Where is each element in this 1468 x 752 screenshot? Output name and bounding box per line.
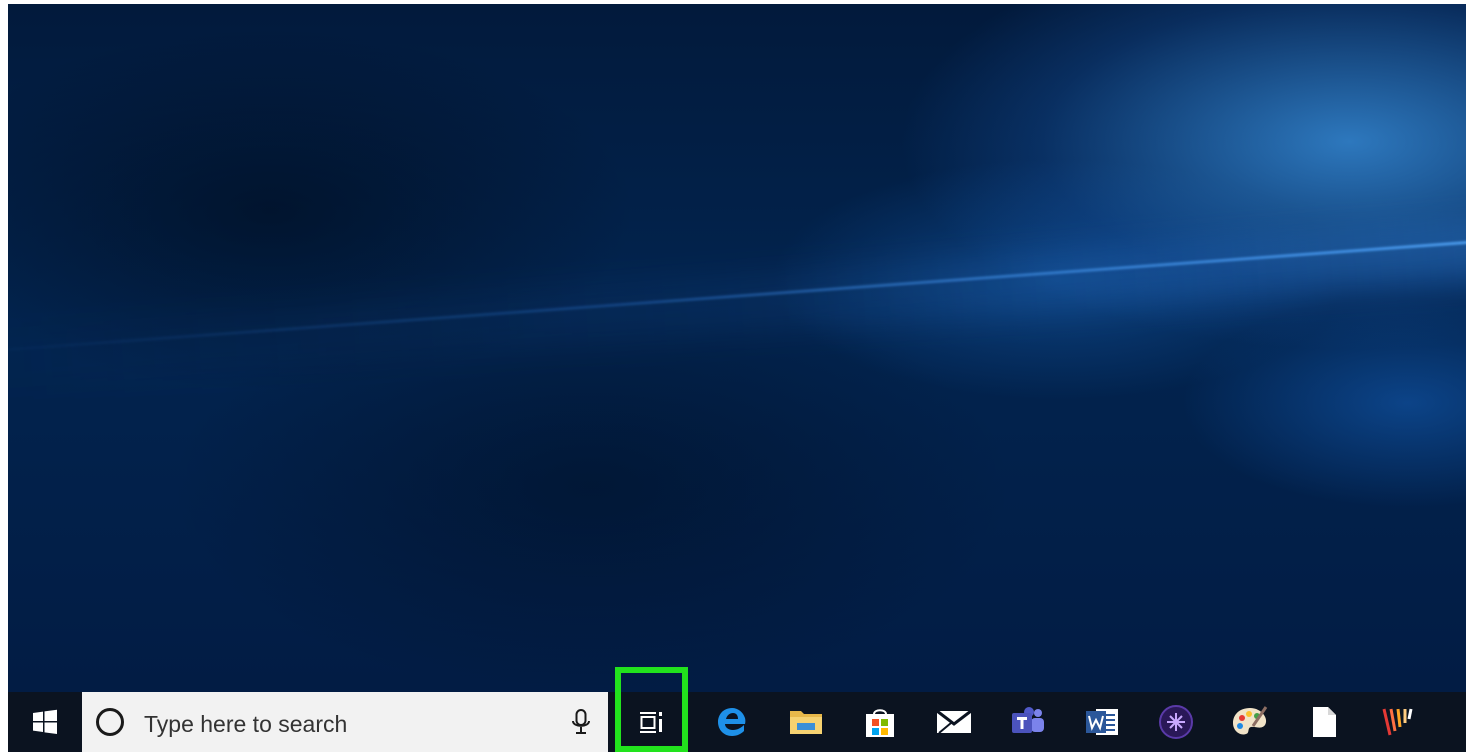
- store-icon: [866, 709, 894, 737]
- microsoft-store-taskbar-button[interactable]: [856, 692, 904, 752]
- purple-app-icon: [1159, 705, 1193, 739]
- windows-logo-icon: [33, 709, 57, 734]
- word-taskbar-button[interactable]: [1078, 692, 1126, 752]
- mail-icon: [936, 709, 972, 734]
- mail-taskbar-button[interactable]: [930, 692, 978, 752]
- striped-app-icon: [1382, 708, 1413, 736]
- microphone-icon[interactable]: [570, 708, 592, 736]
- file-explorer-taskbar-button[interactable]: [782, 692, 830, 752]
- start-button[interactable]: [22, 692, 68, 752]
- paint-taskbar-button[interactable]: [1226, 692, 1274, 752]
- taskbar: Type here to search: [8, 667, 1466, 752]
- blank-document-icon: [1313, 707, 1336, 737]
- teams-taskbar-button[interactable]: [1004, 692, 1052, 752]
- edge-icon: [718, 708, 746, 736]
- task-view-icon: [639, 711, 662, 733]
- striped-app-taskbar-button[interactable]: [1374, 692, 1422, 752]
- edge-taskbar-button[interactable]: [708, 692, 756, 752]
- screenshot-frame: Type here to search: [0, 0, 1468, 752]
- purple-app-taskbar-button[interactable]: [1152, 692, 1200, 752]
- word-icon: [1086, 709, 1118, 735]
- teams-icon: [1012, 707, 1044, 733]
- paint-palette-icon: [1233, 706, 1268, 735]
- folder-icon: [790, 711, 822, 734]
- cortana-icon: [96, 708, 124, 736]
- task-view-button[interactable]: [615, 667, 688, 752]
- taskbar-search-box[interactable]: Type here to search: [82, 692, 608, 752]
- search-placeholder: Type here to search: [144, 711, 348, 737]
- document-taskbar-button[interactable]: [1300, 692, 1348, 752]
- desktop-wallpaper: [8, 4, 1466, 692]
